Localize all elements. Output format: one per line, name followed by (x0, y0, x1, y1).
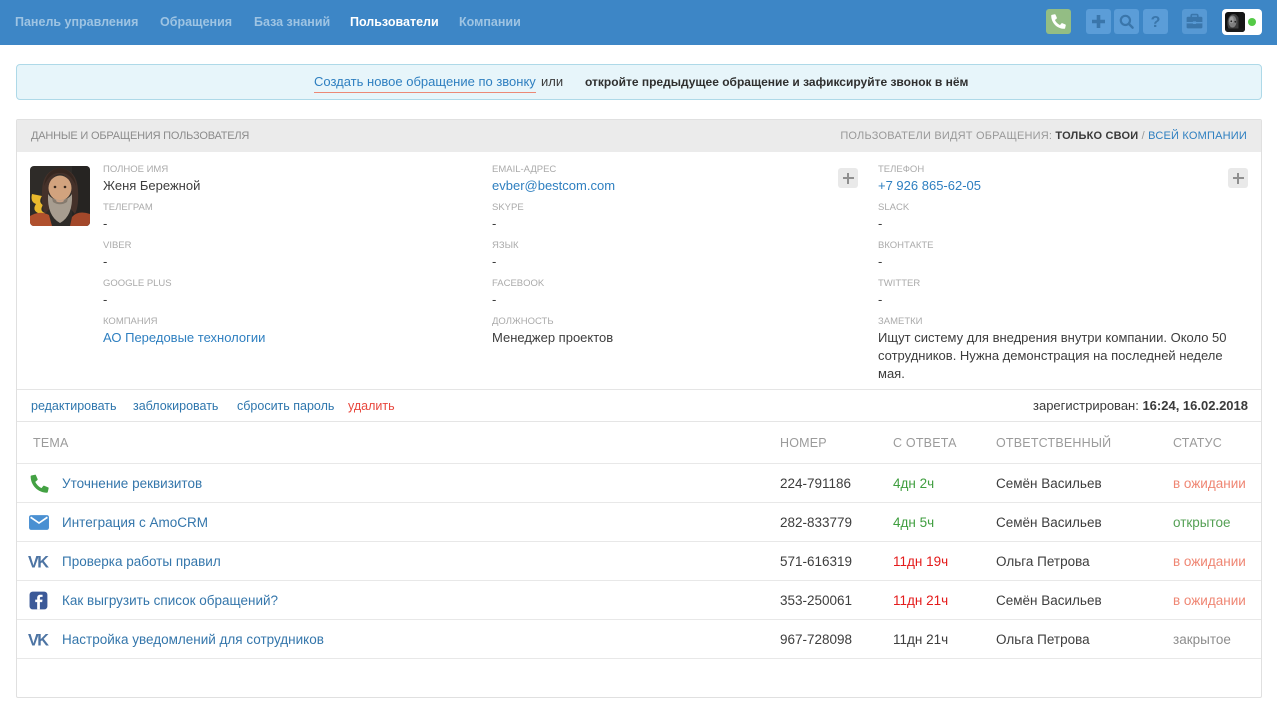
svg-text:VK: VK (28, 632, 49, 650)
svg-text:?: ? (1151, 14, 1161, 31)
svg-text:VK: VK (28, 554, 49, 572)
